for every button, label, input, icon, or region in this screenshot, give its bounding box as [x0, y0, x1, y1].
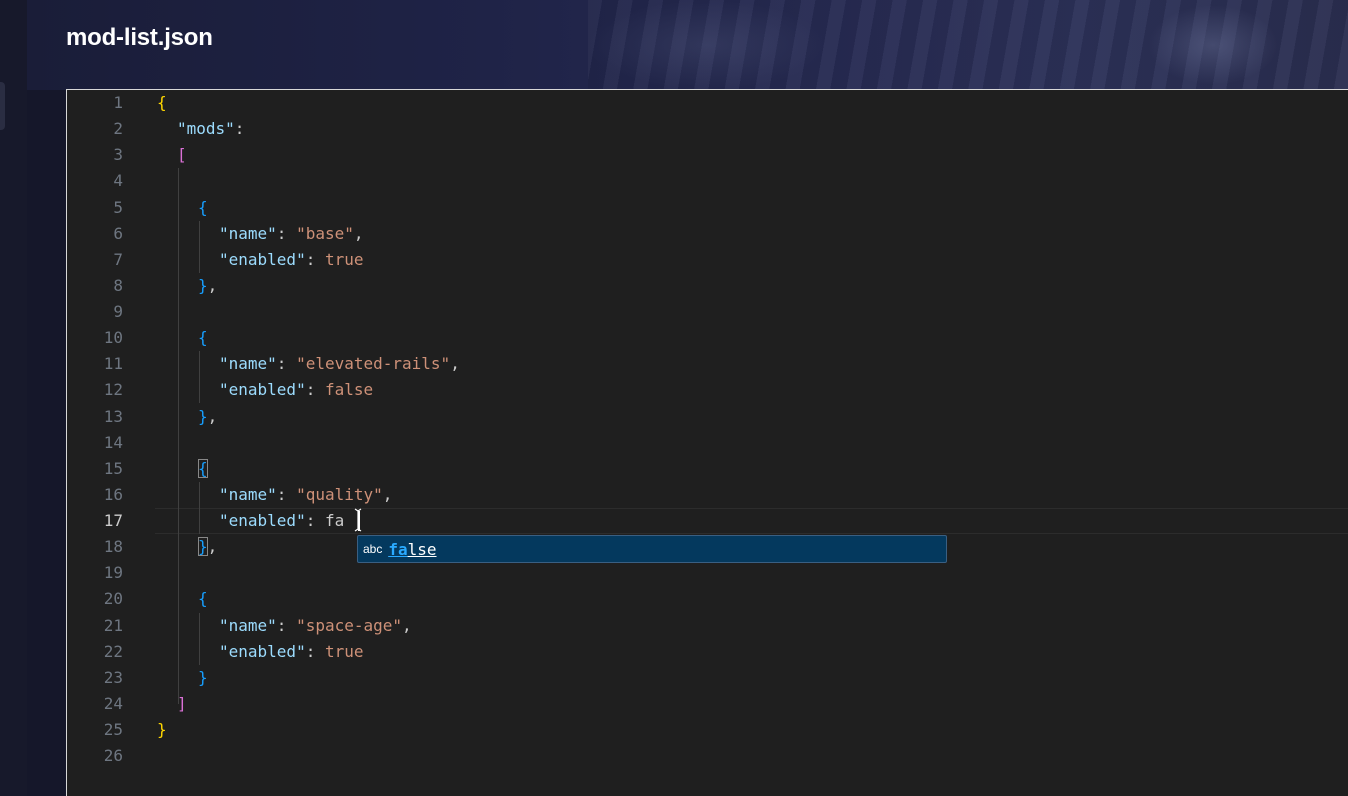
code-line: {: [198, 589, 208, 608]
line-number: 18: [103, 537, 123, 556]
line-number: 1: [113, 93, 123, 112]
code-line: }: [198, 668, 208, 687]
typed-text: fa: [324, 511, 345, 530]
code-line: "mods":: [177, 119, 245, 138]
code-editor[interactable]: 1 2 3 4 5 6 7 8 9 10 11 12 13 14 15 16 1…: [66, 89, 1348, 796]
line-number: 3: [113, 145, 123, 164]
line-number: 23: [103, 668, 123, 687]
header-banner: [27, 0, 1348, 90]
line-number: 5: [113, 198, 123, 217]
code-line: }: [157, 720, 167, 739]
line-number: 12: [103, 380, 123, 399]
line-number: 13: [103, 407, 123, 426]
code-line: {: [198, 328, 208, 347]
line-number-gutter: 1 2 3 4 5 6 7 8 9 10 11 12 13 14 15 16 1…: [67, 90, 123, 796]
line-number: 11: [103, 354, 123, 373]
line-number: 7: [113, 250, 123, 269]
header-art-emblem: [1148, 5, 1278, 85]
line-number: 25: [103, 720, 123, 739]
suggestion-match: fa: [388, 539, 408, 559]
code-line: "name": "quality",: [219, 485, 393, 504]
line-number: 24: [103, 694, 123, 713]
line-number: 22: [103, 642, 123, 661]
line-number: 26: [103, 746, 123, 765]
code-line: "enabled": true: [219, 250, 364, 269]
line-number: 15: [103, 459, 123, 478]
code-line: [: [177, 145, 187, 164]
line-number: 4: [113, 171, 123, 190]
code-line: },: [198, 407, 218, 426]
line-number: 10: [103, 328, 123, 347]
line-number: 8: [113, 276, 123, 295]
line-number: 21: [103, 616, 123, 635]
code-line: },: [198, 276, 218, 295]
line-number-active: 17: [103, 511, 123, 530]
line-number: 16: [103, 485, 123, 504]
line-number: 20: [103, 589, 123, 608]
autocomplete-suggestion[interactable]: abc false: [357, 535, 947, 563]
code-line: {: [198, 198, 208, 217]
code-line: "name": "space-age",: [219, 616, 412, 635]
line-number: 6: [113, 224, 123, 243]
matched-bracket: }: [198, 537, 208, 556]
suggestion-label[interactable]: false: [388, 540, 436, 559]
text-suggestion-icon: abc: [363, 542, 383, 556]
sidebar-tab-handle[interactable]: [0, 82, 5, 130]
code-line: },: [198, 537, 218, 556]
line-number: 19: [103, 563, 123, 582]
code-line: "name": "base",: [219, 224, 364, 243]
indent-guide: [178, 168, 179, 704]
indent-guide: [199, 613, 200, 665]
indent-guide: [199, 351, 200, 403]
line-number: 14: [103, 433, 123, 452]
matched-bracket: {: [198, 459, 208, 478]
code-line: {: [157, 93, 167, 112]
header-art-glow: [587, 0, 827, 90]
code-line: ]: [177, 694, 187, 713]
suggestion-rest: lse: [407, 539, 437, 559]
code-line: "enabled": true: [219, 642, 364, 661]
line-number: 9: [113, 302, 123, 321]
page-title: mod-list.json: [66, 24, 213, 51]
ibeam-cursor-icon: [354, 508, 362, 532]
line-number: 2: [113, 119, 123, 138]
left-rail: [0, 0, 27, 796]
indent-guide: [199, 221, 200, 273]
code-line: "enabled": false: [219, 380, 374, 399]
indent-guide: [199, 482, 200, 534]
code-line: "name": "elevated-rails",: [219, 354, 460, 373]
code-line-active: "enabled": fa: [219, 511, 345, 530]
code-line: {: [198, 456, 208, 482]
